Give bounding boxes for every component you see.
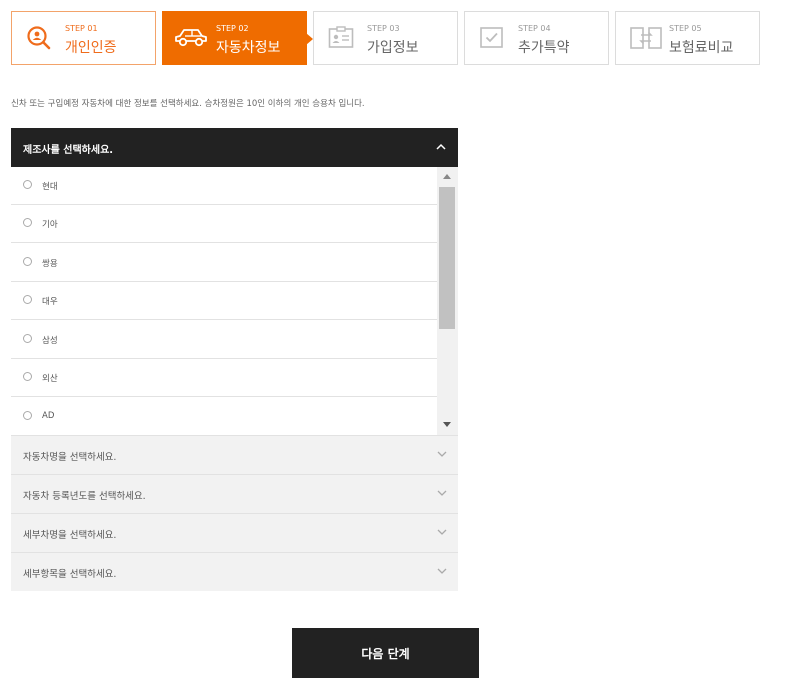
option-label: AD: [42, 411, 55, 421]
id-card-icon: [328, 26, 354, 48]
manufacturer-option[interactable]: AD: [11, 398, 437, 435]
registration-year-section-header[interactable]: 자동차 등록년도를 선택하세요.: [11, 474, 458, 513]
option-label: 쌍용: [42, 259, 58, 269]
step-1-personal-auth[interactable]: STEP 01 개인인증: [11, 11, 156, 65]
step-number: STEP 04: [518, 24, 551, 33]
options-scrollbar[interactable]: [437, 167, 458, 435]
car-info-accordion: 제조사를 선택하세요. 현대 기아 쌍용 대우 삼성 외산 AD 자동차명을 선…: [11, 128, 458, 591]
car-icon: [175, 29, 207, 47]
search-person-icon: [27, 26, 51, 50]
step-label: 자동차정보: [216, 40, 281, 56]
section-title: 자동차 등록년도를 선택하세요.: [23, 491, 146, 502]
manufacturer-options-list[interactable]: 현대 기아 쌍용 대우 삼성 외산 AD: [11, 167, 458, 435]
step-2-car-info[interactable]: STEP 02 자동차정보: [162, 11, 313, 65]
active-step-arrow: [306, 33, 313, 45]
checkbox-icon: [480, 27, 503, 48]
next-step-button[interactable]: 다음 단계: [292, 628, 479, 678]
radio-button[interactable]: [23, 257, 32, 266]
radio-button[interactable]: [23, 180, 32, 189]
chevron-up-icon[interactable]: [436, 143, 446, 150]
scroll-down-arrow-icon[interactable]: [443, 422, 451, 427]
detail-model-section-header[interactable]: 세부차명을 선택하세요.: [11, 513, 458, 552]
manufacturer-option[interactable]: 삼성: [11, 321, 437, 359]
manufacturer-option[interactable]: 외산: [11, 359, 437, 397]
step-number: STEP 02: [216, 24, 249, 33]
step-number: STEP 03: [367, 24, 400, 33]
option-label: 삼성: [42, 336, 58, 346]
step-5-premium-compare[interactable]: STEP 05 보험료비교: [615, 11, 760, 65]
manufacturer-option[interactable]: 대우: [11, 282, 437, 320]
instruction-text: 신차 또는 구입예정 자동차에 대한 정보를 선택하세요. 승차정원은 10인 …: [11, 99, 365, 109]
section-title: 세부차명을 선택하세요.: [23, 530, 117, 541]
option-label: 외산: [42, 374, 58, 384]
manufacturer-option[interactable]: 쌍용: [11, 244, 437, 282]
radio-button[interactable]: [23, 411, 32, 420]
step-label: 추가특약: [518, 40, 570, 56]
step-progress: STEP 01 개인인증 STEP 02 자동차정보 STEP 03 가입정보: [11, 11, 761, 65]
section-title: 세부항목을 선택하세요.: [23, 569, 117, 580]
step-number: STEP 05: [669, 24, 702, 33]
scroll-up-arrow-icon[interactable]: [443, 174, 451, 179]
option-label: 대우: [42, 297, 58, 307]
detail-item-section-header[interactable]: 세부항목을 선택하세요.: [11, 552, 458, 591]
manufacturer-section-title: 제조사를 선택하세요.: [23, 145, 114, 156]
compare-icon: [630, 27, 662, 49]
manufacturer-option[interactable]: 기아: [11, 205, 437, 243]
manufacturer-section-header[interactable]: 제조사를 선택하세요.: [11, 128, 458, 167]
step-number: STEP 01: [65, 24, 98, 33]
radio-button[interactable]: [23, 295, 32, 304]
option-label: 현대: [42, 182, 58, 192]
step-label: 가입정보: [367, 40, 419, 56]
option-label: 기아: [42, 220, 58, 230]
car-model-section-header[interactable]: 자동차명을 선택하세요.: [11, 435, 458, 474]
step-label: 보험료비교: [669, 40, 734, 56]
radio-button[interactable]: [23, 334, 32, 343]
chevron-down-icon[interactable]: [437, 529, 447, 536]
radio-button[interactable]: [23, 218, 32, 227]
scrollbar-thumb[interactable]: [439, 187, 455, 329]
step-4-additional-options[interactable]: STEP 04 추가특약: [464, 11, 609, 65]
chevron-down-icon[interactable]: [437, 568, 447, 575]
chevron-down-icon[interactable]: [437, 490, 447, 497]
manufacturer-option[interactable]: 현대: [11, 167, 437, 205]
step-label: 개인인증: [65, 40, 117, 56]
step-3-subscription-info[interactable]: STEP 03 가입정보: [313, 11, 458, 65]
radio-button[interactable]: [23, 372, 32, 381]
chevron-down-icon[interactable]: [437, 451, 447, 458]
section-title: 자동차명을 선택하세요.: [23, 452, 117, 463]
